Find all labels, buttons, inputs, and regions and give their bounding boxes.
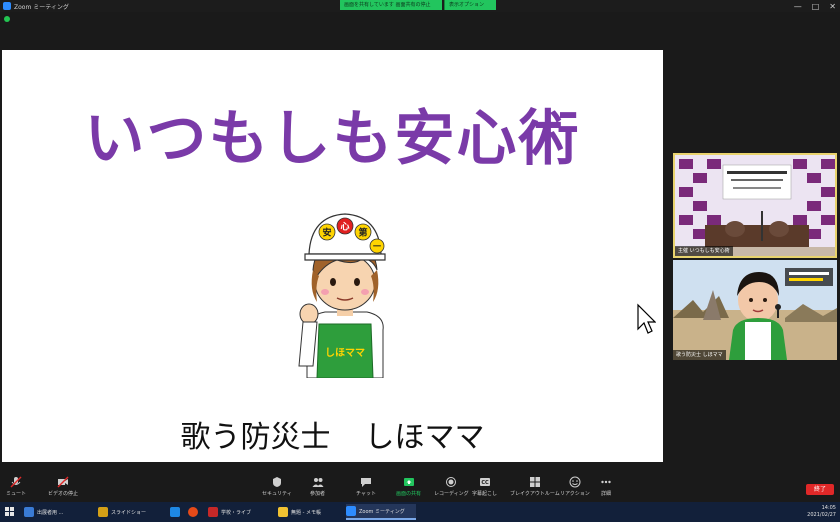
participant-video-panel: 主催 いつもしも安心術 歌う防災士 しほママ	[670, 150, 840, 360]
chat-bubble-icon	[360, 478, 371, 487]
more-label: 詳細	[600, 491, 611, 497]
microphone-muted-icon	[10, 476, 22, 488]
taskbar-item[interactable]: スライドショー	[98, 504, 166, 520]
reactions-button[interactable]: リアクション	[560, 476, 590, 497]
participant-video-tile[interactable]: 主催 いつもしも安心術	[673, 153, 837, 258]
share-label: 画面の共有	[396, 491, 422, 497]
caption-button[interactable]: CC 字幕起こし	[472, 476, 497, 497]
participants-label: 参加者	[310, 491, 326, 497]
more-dots-icon	[601, 480, 611, 484]
helmet-char-4: 一	[373, 242, 381, 251]
zoom-icon	[346, 506, 356, 516]
breakout-label: ブレイクアウトルーム	[510, 491, 560, 497]
taskbar-item-zoom[interactable]: Zoom ミーティング	[346, 504, 416, 520]
chat-button[interactable]: チャット	[356, 476, 376, 497]
speaker-video	[673, 260, 837, 360]
mute-label: ミュート	[6, 491, 27, 497]
mute-button[interactable]: ミュート	[6, 476, 26, 497]
windows-taskbar: 出展者用 ... スライドショー 学校・ライブ 無題 - メモ帳 Zoom ミー…	[0, 502, 840, 522]
taskbar-item-label: 学校・ライブ	[221, 509, 252, 516]
end-meeting-button[interactable]: 終了	[806, 484, 834, 495]
security-label: セキュリティ	[262, 491, 292, 497]
close-icon[interactable]: ✕	[829, 2, 836, 11]
slide-title: いつもしも安心術	[84, 104, 581, 174]
taskbar-item[interactable]: 出展者用 ...	[24, 504, 94, 520]
share-screen-button[interactable]: 画面の共有	[396, 476, 421, 497]
taskbar-item-label: 出展者用 ...	[37, 509, 64, 516]
share-screen-icon	[403, 478, 414, 486]
helmet-char-1: 安	[322, 227, 331, 239]
edge-icon	[170, 507, 180, 517]
taskbar-item[interactable]: 無題 - メモ帳	[278, 504, 342, 520]
taskbar-item[interactable]: 学校・ライブ	[208, 504, 274, 520]
minimize-icon[interactable]: —	[794, 2, 802, 11]
system-tray-clock[interactable]: 14:05 2021/02/27	[807, 505, 836, 519]
browser-icon	[24, 507, 34, 517]
speaker-name-tag: 歌う防災士 しほママ	[673, 350, 726, 360]
clock-time: 14:05	[821, 505, 836, 511]
closed-caption-icon: CC	[479, 478, 490, 486]
helmet-char-3: 第	[358, 227, 367, 239]
speaker-video-tile[interactable]: 歌う防災士 しほママ	[673, 260, 837, 360]
stop-video-button[interactable]: ビデオの停止	[48, 476, 78, 497]
mouse-cursor-icon	[637, 303, 656, 334]
taskbar-item-label: Zoom ミーティング	[359, 508, 405, 515]
encryption-shield-icon[interactable]	[4, 16, 10, 22]
svg-text:CC: CC	[481, 480, 489, 486]
chat-label: チャット	[356, 491, 376, 497]
view-options-button[interactable]: 表示オプション	[444, 0, 496, 10]
share-status-banner[interactable]: 画面を共有しています 画面共有の停止	[340, 0, 442, 10]
helmet-char-2: 心	[340, 222, 349, 233]
video-label: ビデオの停止	[48, 491, 79, 497]
chrome-icon	[188, 507, 198, 517]
notepad-icon	[278, 507, 288, 517]
shared-screen-slide: いつもしも安心術 しほママ 安 心 第 一 歌う防災士 しほママ	[2, 50, 663, 462]
app-icon	[208, 507, 218, 517]
security-button[interactable]: セキュリティ	[262, 476, 292, 497]
subtitle-role: 歌う防災士	[180, 420, 331, 455]
participant-name-tag: 主催 いつもしも安心術	[675, 246, 733, 256]
participants-button[interactable]: 参加者	[310, 476, 325, 497]
windows-start-icon[interactable]	[5, 507, 15, 517]
taskbar-item[interactable]	[188, 504, 204, 520]
reactions-label: リアクション	[560, 491, 590, 497]
subtitle-name: しほママ	[364, 420, 485, 455]
zoom-window: Zoom ミーティング 画面を共有しています 画面共有の停止 表示オプション —…	[0, 0, 840, 522]
taskbar-item-label: 無題 - メモ帳	[291, 509, 321, 516]
meeting-toolbar: ミュート ビデオの停止 セキュリティ 参加者 チャット 画面の共有 レコーディン…	[0, 474, 840, 502]
window-title: Zoom ミーティング	[14, 3, 69, 11]
breakout-rooms-icon	[529, 477, 540, 487]
video-camera-icon	[57, 476, 69, 488]
taskbar-item[interactable]	[170, 504, 186, 520]
taskbar-item-label: スライドショー	[111, 509, 147, 516]
shiho-mama-illustration: しほママ 安 心 第 一	[298, 213, 386, 378]
apron-label: しほママ	[325, 347, 365, 359]
breakout-rooms-button[interactable]: ブレイクアウトルーム	[510, 476, 560, 497]
record-button[interactable]: レコーディング	[434, 476, 469, 497]
more-button[interactable]: 詳細	[600, 476, 612, 497]
maximize-icon[interactable]: □	[812, 2, 820, 11]
smiley-icon	[569, 476, 581, 488]
stage-backdrop-video	[675, 155, 835, 256]
clock-date: 2021/02/27	[807, 512, 836, 518]
slide-subtitle: 歌う防災士 しほママ	[2, 412, 663, 456]
caption-label: 字幕起こし	[472, 491, 498, 497]
participants-icon	[312, 478, 323, 487]
slideshow-icon	[98, 507, 108, 517]
record-label: レコーディング	[434, 491, 469, 497]
zoom-app-icon	[3, 2, 11, 10]
shield-icon	[272, 477, 281, 487]
record-icon	[446, 477, 457, 487]
window-controls: — □ ✕	[794, 0, 836, 12]
